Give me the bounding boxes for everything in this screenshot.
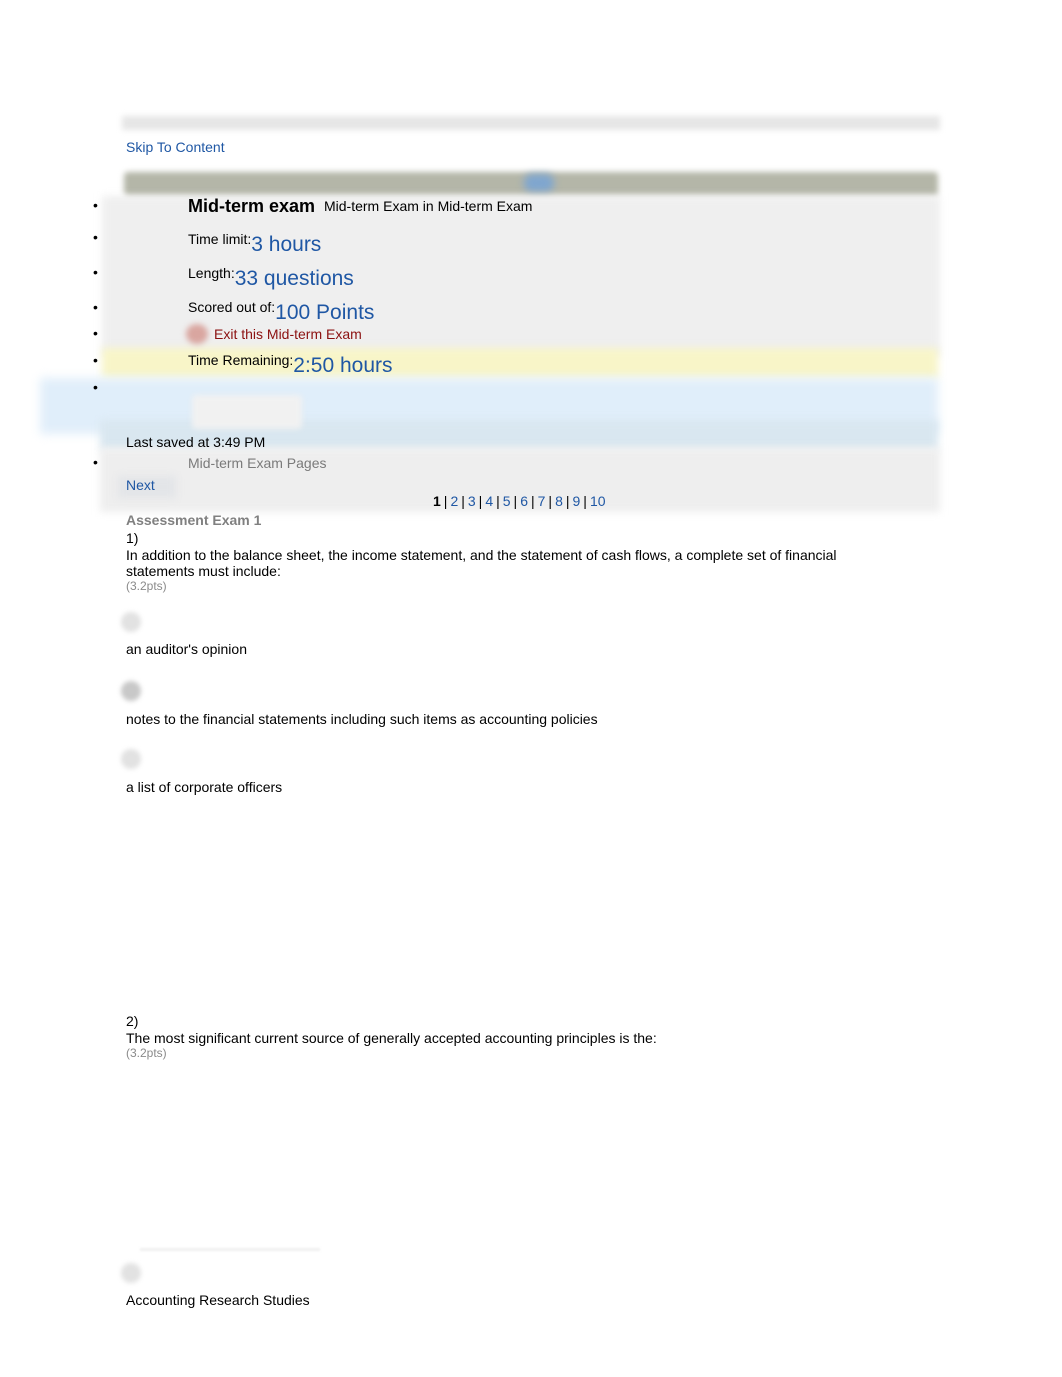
top-strip xyxy=(122,116,940,130)
length-label: Length: xyxy=(188,265,235,281)
question-points: (3.2pts) xyxy=(126,1046,167,1060)
current-page: 1 xyxy=(433,493,441,509)
list-bullet xyxy=(93,300,98,314)
page-link[interactable]: 8 xyxy=(555,493,563,509)
answer-choice[interactable]: a list of corporate officers xyxy=(126,779,282,795)
answer-choice[interactable]: an auditor's opinion xyxy=(126,641,247,657)
length-row: Length: 33 questions xyxy=(188,265,354,291)
divider xyxy=(140,1248,320,1251)
page-link[interactable]: 6 xyxy=(520,493,528,509)
page-link[interactable]: 10 xyxy=(590,493,606,509)
section-title: Assessment Exam 1 xyxy=(126,512,262,528)
time-limit-value: 3 hours xyxy=(251,233,322,256)
pager-separator: | xyxy=(478,493,483,509)
question-points: (3.2pts) xyxy=(126,579,167,593)
time-remaining-label: Time Remaining: xyxy=(188,352,294,368)
page-link[interactable]: 3 xyxy=(468,493,476,509)
list-bullet xyxy=(93,380,98,394)
answer-choice[interactable]: notes to the financial statements includ… xyxy=(126,711,598,727)
time-remaining-row: Time Remaining: 2:50 hours xyxy=(188,352,393,378)
question-text: In addition to the balance sheet, the in… xyxy=(126,547,837,579)
page-title: Mid-term exam xyxy=(188,196,316,216)
pager-separator: | xyxy=(548,493,553,509)
scored-row: Scored out of: 100 Points xyxy=(188,299,374,325)
list-bullet xyxy=(93,265,98,279)
pages-label: Mid-term Exam Pages xyxy=(188,455,327,471)
radio-button[interactable] xyxy=(121,612,141,632)
scored-label: Scored out of: xyxy=(188,299,276,315)
time-remaining-value: 2:50 hours xyxy=(293,354,393,377)
time-limit-label: Time limit: xyxy=(188,231,252,247)
exit-exam-link[interactable]: Exit this Mid-term Exam xyxy=(214,326,362,342)
pager-separator: | xyxy=(583,493,587,509)
pager-separator: | xyxy=(443,493,448,509)
page-navigation: 1 | 2 | 3 | 4 | 5 | 6 | 7 | 8 | 9 | 10 xyxy=(433,493,606,509)
list-bullet xyxy=(93,198,98,212)
question-text: The most significant current source of g… xyxy=(126,1030,657,1046)
radio-button-selected[interactable] xyxy=(121,681,141,701)
page-subtitle: Mid-term Exam in Mid-term Exam xyxy=(324,198,533,214)
skip-to-content-link[interactable]: Skip To Content xyxy=(126,139,225,155)
radio-button[interactable] xyxy=(121,1263,141,1283)
pager-separator: | xyxy=(461,493,465,509)
page-link[interactable]: 9 xyxy=(573,493,581,509)
pager-separator: | xyxy=(513,493,518,509)
question-number: 2) xyxy=(126,1013,139,1029)
title-bar-indicator xyxy=(524,174,554,192)
page-link[interactable]: 7 xyxy=(538,493,546,509)
length-value: 33 questions xyxy=(234,267,354,290)
page-link[interactable]: 2 xyxy=(450,493,458,509)
next-button[interactable]: Next xyxy=(126,477,155,493)
last-saved-status: Last saved at 3:49 PM xyxy=(126,434,266,450)
pager-separator: | xyxy=(565,493,570,509)
exit-icon[interactable] xyxy=(186,324,208,344)
page-link[interactable]: 4 xyxy=(485,493,493,509)
list-bullet xyxy=(93,455,98,469)
pager-separator: | xyxy=(530,493,535,509)
scored-value: 100 Points xyxy=(275,301,375,324)
answer-choice[interactable]: Accounting Research Studies xyxy=(126,1292,310,1308)
question-number: 1) xyxy=(126,530,139,546)
list-bullet xyxy=(93,326,98,340)
pager-separator: | xyxy=(496,493,500,509)
time-limit-row: Time limit: 3 hours xyxy=(188,231,321,257)
save-button[interactable] xyxy=(192,395,302,429)
list-bullet xyxy=(93,230,98,244)
radio-button[interactable] xyxy=(121,749,141,769)
page-link[interactable]: 5 xyxy=(503,493,511,509)
list-bullet xyxy=(93,353,98,367)
